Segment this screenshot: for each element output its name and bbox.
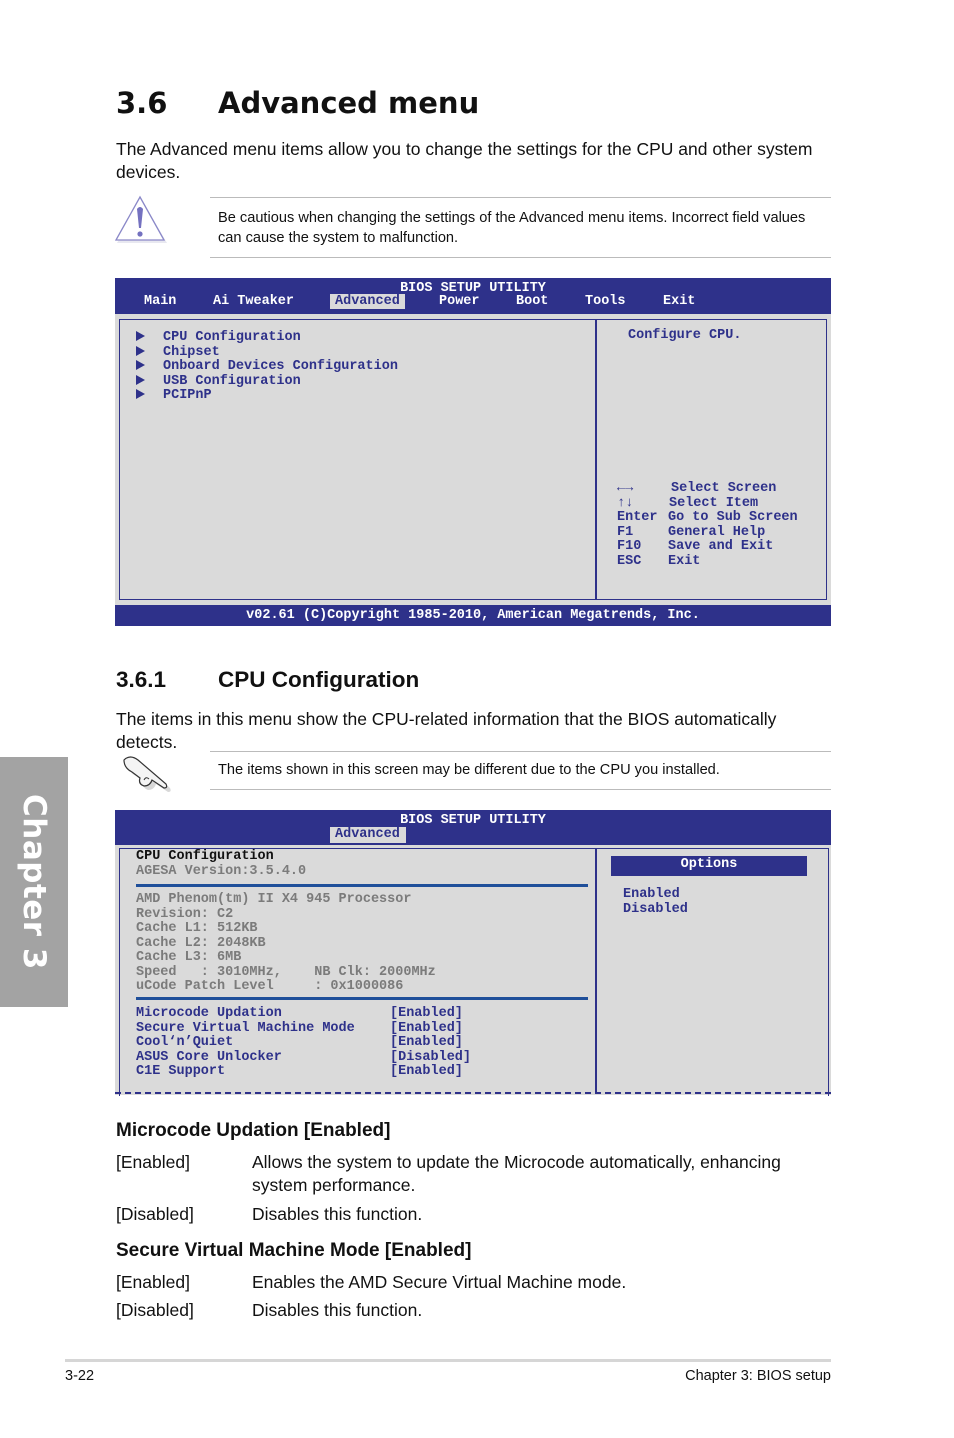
cpu-speed: Speed : 3010MHz, NB Clk: 2000MHz xyxy=(136,964,436,980)
note-divider-bottom xyxy=(210,257,831,258)
key-arrows-ud: ↑↓ xyxy=(617,495,634,511)
bios-footer: v02.61 (C)Copyright 1985-2010, American … xyxy=(115,605,831,626)
bios-pane-divider xyxy=(595,849,597,1093)
chapter-side-tab: Chapter 3 xyxy=(0,757,68,1007)
ucode-patch-level: uCode Patch Level : 0x1000086 xyxy=(136,979,404,994)
section-number: 3.6 xyxy=(116,86,168,120)
key-enter: Enter xyxy=(617,510,658,525)
tab-power[interactable]: Power xyxy=(439,294,480,309)
tab-advanced[interactable]: Advanced xyxy=(330,294,405,309)
bios-menu-list: CPU Configuration Chipset Onboard Device… xyxy=(136,330,398,404)
section-title-text: Advanced menu xyxy=(218,86,480,120)
option-desc: Enables the AMD Secure Virtual Machine m… xyxy=(252,1272,627,1292)
chapter-tab-label: Chapter 3 xyxy=(16,794,52,970)
bios-key-legend: ←→ Select Screen ↑↓ Select Item Enter Go to… xyxy=(617,481,798,569)
footer-chapter: Chapter 3: BIOS setup xyxy=(685,1368,831,1384)
section-intro: The Advanced menu items allow you to cha… xyxy=(116,139,813,182)
bios-help-text: Configure CPU. xyxy=(628,328,742,343)
bios-pane-divider xyxy=(595,320,597,600)
option-desc: Allows the system to update the Microcod… xyxy=(252,1152,781,1195)
key-esc: ESC xyxy=(617,553,642,569)
option-key: [Disabled] xyxy=(116,1204,194,1224)
tab-boot[interactable]: Boot xyxy=(516,294,548,309)
note-text: The items shown in this screen may be di… xyxy=(218,762,720,778)
bios-body: CPU Configuration Chipset Onboard Device… xyxy=(115,314,831,605)
tab-tools[interactable]: Tools xyxy=(585,294,626,309)
separator xyxy=(136,884,588,887)
setting-asus-core-unlocker[interactable]: ASUS Core Unlocker [Disabled] xyxy=(136,1050,471,1066)
setting-microcode-updation[interactable]: Microcode Updation [Enabled] xyxy=(136,1006,471,1022)
option-enabled[interactable]: Enabled xyxy=(623,887,688,903)
caution-text: Be cautious when changing the settings o… xyxy=(218,210,806,246)
cache-l3: Cache L3: 6MB xyxy=(136,950,242,965)
submenu-arrow-icon xyxy=(136,360,145,370)
option-desc: Disables this function. xyxy=(252,1300,423,1320)
cpu-settings-list: Microcode Updation [Enabled] Secure Virtu… xyxy=(136,1006,471,1080)
option-key: [Disabled] xyxy=(116,1300,194,1320)
note-divider-top xyxy=(210,197,831,198)
option-desc: Disables this function. xyxy=(252,1204,423,1224)
subsection-title-text: CPU Configuration xyxy=(218,667,420,692)
tab-exit[interactable]: Exit xyxy=(663,294,695,309)
bios-screen-cpu-configuration: BIOS SETUP UTILITY Advanced CPU Configur… xyxy=(115,810,831,1096)
separator xyxy=(136,997,588,1000)
submenu-arrow-icon xyxy=(136,374,145,385)
bios-header: BIOS SETUP UTILITY Advanced xyxy=(115,810,831,845)
option-row: [Disabled] Disables this function. xyxy=(116,1203,836,1226)
note-divider-top xyxy=(210,751,831,752)
page-number: 3-22 xyxy=(65,1368,95,1384)
options-header: Options xyxy=(611,856,807,876)
option-key: [Enabled] xyxy=(116,1152,190,1172)
submenu-arrow-icon xyxy=(136,389,145,399)
options-list: Enabled Disabled xyxy=(623,887,688,918)
tab-main[interactable]: Main xyxy=(144,294,176,309)
option-row: [Disabled] Disables this function. xyxy=(116,1299,836,1322)
section-title: 3.6 Advanced menu xyxy=(116,86,479,120)
bios-body: CPU Configuration AGESA Version:3.5.4.0 … xyxy=(115,845,831,1096)
cpu-config-heading: CPU Configuration xyxy=(136,849,274,864)
setting-secure-virtual-machine[interactable]: Secure Virtual Machine Mode [Enabled] xyxy=(136,1021,471,1037)
cache-l2: Cache L2: 2048KB xyxy=(136,935,266,951)
key-f1: F1 xyxy=(617,524,634,540)
cpu-config-left-pane: CPU Configuration AGESA Version:3.5.4.0 xyxy=(136,849,307,879)
tab-ai-tweaker[interactable]: Ai Tweaker xyxy=(213,294,294,309)
setting-cool-n-quiet[interactable]: Cool‘n’Quiet [Enabled] xyxy=(136,1035,471,1051)
setting-c1e-support[interactable]: C1E Support [Enabled] xyxy=(136,1064,471,1080)
option-disabled[interactable]: Disabled xyxy=(623,902,688,918)
hand-note-icon xyxy=(114,748,174,794)
menu-item-chipset[interactable]: Chipset xyxy=(136,345,398,361)
screen-cut-line xyxy=(115,1092,831,1094)
cpu-revision: Revision: C2 xyxy=(136,906,234,922)
bios-title: BIOS SETUP UTILITY xyxy=(400,813,546,828)
cpu-model: AMD Phenom(tm) II X4 945 Processor xyxy=(136,892,412,907)
submenu-arrow-icon xyxy=(136,345,145,356)
subsection-number: 3.6.1 xyxy=(116,667,167,692)
key-arrows-lr: ←→ xyxy=(617,481,634,496)
cache-l1: Cache L1: 512KB xyxy=(136,921,258,936)
menu-item-pcipnp[interactable]: PCIPnP xyxy=(136,388,398,404)
submenu-arrow-icon xyxy=(136,331,145,341)
footer-rule xyxy=(65,1359,831,1362)
subsection-intro: The items in this menu show the CPU-rela… xyxy=(116,709,777,752)
key-f10: F10 xyxy=(617,539,642,554)
caution-icon xyxy=(114,195,170,245)
option-heading-svm: Secure Virtual Machine Mode [Enabled] xyxy=(116,1240,472,1261)
note-divider-bottom xyxy=(210,789,831,790)
option-row: [Enabled] Allows the system to update th… xyxy=(116,1151,836,1201)
option-key: [Enabled] xyxy=(116,1272,190,1292)
option-heading-microcode: Microcode Updation [Enabled] xyxy=(116,1120,391,1141)
menu-item-cpu-configuration[interactable]: CPU Configuration xyxy=(136,330,398,346)
menu-item-usb-configuration[interactable]: USB Configuration xyxy=(136,374,398,390)
bios-header: BIOS SETUP UTILITY Main Ai Tweaker Advan… xyxy=(115,278,831,314)
subsection-title: 3.6.1 CPU Configuration xyxy=(116,667,419,693)
option-row: [Enabled] Enables the AMD Secure Virtual… xyxy=(116,1271,836,1294)
cpu-info: AMD Phenom(tm) II X4 945 Processor Revis… xyxy=(136,892,436,995)
menu-item-onboard-devices[interactable]: Onboard Devices Configuration xyxy=(136,359,398,375)
agesa-version: AGESA Version:3.5.4.0 xyxy=(136,863,307,879)
bios-screen-advanced: BIOS SETUP UTILITY Main Ai Tweaker Advan… xyxy=(115,278,831,626)
tab-advanced[interactable]: Advanced xyxy=(330,827,406,843)
